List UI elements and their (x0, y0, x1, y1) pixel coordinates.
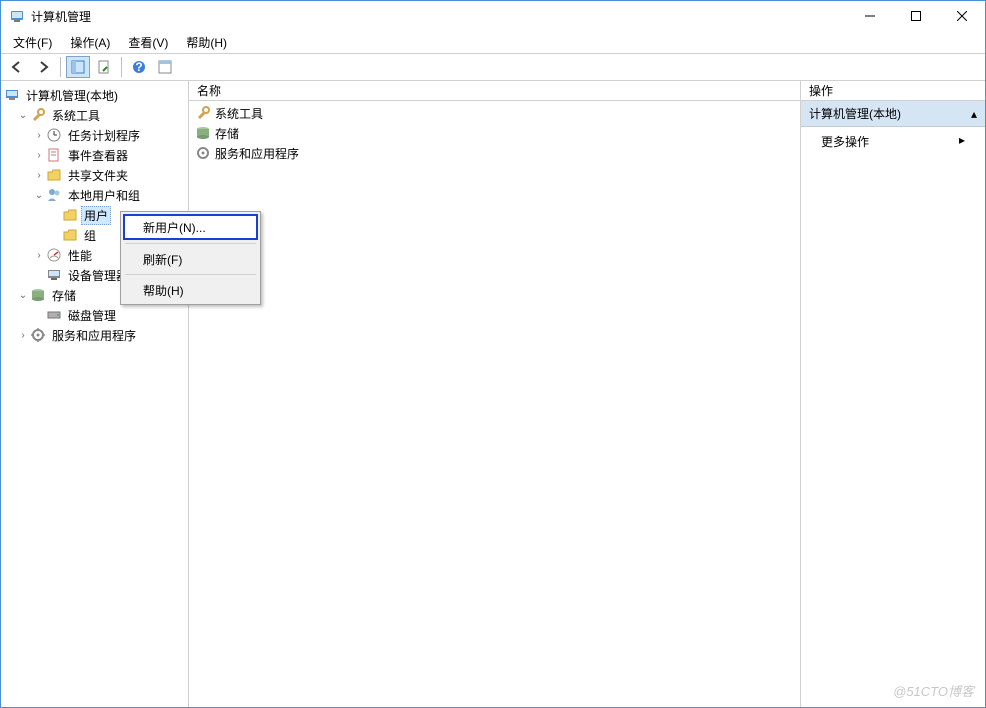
collapse-arrow-icon: ▴ (971, 107, 977, 121)
tree-root[interactable]: 计算机管理(本地) (3, 85, 186, 105)
tree-system-tools[interactable]: ⌄ 系统工具 (3, 105, 186, 125)
context-menu-separator (125, 243, 256, 244)
toolbar: ? (1, 53, 985, 81)
disk-icon (46, 307, 62, 323)
collapse-icon[interactable]: ⌄ (17, 290, 29, 301)
actions-group-title[interactable]: 计算机管理(本地) ▴ (801, 101, 985, 127)
svg-text:?: ? (135, 60, 142, 74)
computer-management-window: 计算机管理 文件(F) 操作(A) 查看(V) 帮助(H) ? 计算机管理(本地… (0, 0, 986, 708)
watermark: @51CTO博客 (893, 681, 974, 700)
shared-folder-icon (46, 167, 62, 183)
properties-button[interactable] (92, 56, 116, 78)
clock-icon (46, 127, 62, 143)
collapse-icon[interactable]: ⌄ (33, 190, 45, 201)
expand-icon[interactable]: › (33, 170, 45, 181)
window-title: 计算机管理 (31, 8, 847, 25)
context-menu-new-user[interactable]: 新用户(N)... (123, 214, 258, 240)
list-item[interactable]: 服务和应用程序 (193, 143, 796, 163)
expand-icon[interactable]: › (17, 330, 29, 341)
services-icon (30, 327, 46, 343)
window-controls (847, 1, 985, 31)
expand-icon[interactable]: › (33, 150, 45, 161)
close-button[interactable] (939, 1, 985, 31)
actions-more[interactable]: 更多操作 ▸ (801, 127, 985, 156)
titlebar: 计算机管理 (1, 1, 985, 31)
context-menu: 新用户(N)... 刷新(F) 帮助(H) (120, 211, 261, 305)
folder-icon (62, 207, 78, 223)
collapse-icon[interactable]: ⌄ (17, 110, 29, 121)
back-button[interactable] (5, 56, 29, 78)
tree-disk-management[interactable]: 磁盘管理 (3, 305, 186, 325)
tools-icon (30, 107, 46, 123)
context-menu-refresh[interactable]: 刷新(F) (123, 247, 258, 271)
middle-pane: 名称 系统工具 存储 服务和应用程序 (189, 81, 801, 707)
chevron-right-icon: ▸ (959, 133, 965, 150)
tree-services-apps[interactable]: › 服务和应用程序 (3, 325, 186, 345)
folder-icon (62, 227, 78, 243)
device-icon (46, 267, 62, 283)
extra-view-button[interactable] (153, 56, 177, 78)
computer-icon (4, 87, 20, 103)
tree-shared-folders[interactable]: › 共享文件夹 (3, 165, 186, 185)
context-menu-help[interactable]: 帮助(H) (123, 278, 258, 302)
list-item[interactable]: 存储 (193, 123, 796, 143)
actions-header: 操作 (801, 81, 985, 101)
column-header-name[interactable]: 名称 (189, 81, 800, 101)
show-hide-tree-button[interactable] (66, 56, 90, 78)
services-icon (195, 145, 211, 161)
context-menu-separator (125, 274, 256, 275)
menu-file[interactable]: 文件(F) (5, 32, 60, 53)
maximize-button[interactable] (893, 1, 939, 31)
menubar: 文件(F) 操作(A) 查看(V) 帮助(H) (1, 31, 985, 53)
users-icon (46, 187, 62, 203)
storage-icon (30, 287, 46, 303)
storage-icon (195, 125, 211, 141)
tree-event-viewer[interactable]: › 事件查看器 (3, 145, 186, 165)
toolbar-separator (60, 57, 61, 77)
actions-pane: 操作 计算机管理(本地) ▴ 更多操作 ▸ (801, 81, 985, 707)
tree-local-users-groups[interactable]: ⌄ 本地用户和组 (3, 185, 186, 205)
app-icon (9, 8, 25, 24)
menu-view[interactable]: 查看(V) (120, 32, 176, 53)
help-button[interactable]: ? (127, 56, 151, 78)
tree-pane[interactable]: 计算机管理(本地) ⌄ 系统工具 › 任务计划程序 › 事件查看器 › 共享文件… (1, 81, 189, 707)
forward-button[interactable] (31, 56, 55, 78)
expand-icon[interactable]: › (33, 130, 45, 141)
tree-task-scheduler[interactable]: › 任务计划程序 (3, 125, 186, 145)
menu-help[interactable]: 帮助(H) (178, 32, 235, 53)
minimize-button[interactable] (847, 1, 893, 31)
performance-icon (46, 247, 62, 263)
expand-icon[interactable]: › (33, 250, 45, 261)
toolbar-separator (121, 57, 122, 77)
content-area: 计算机管理(本地) ⌄ 系统工具 › 任务计划程序 › 事件查看器 › 共享文件… (1, 81, 985, 707)
list-item[interactable]: 系统工具 (193, 103, 796, 123)
tools-icon (195, 105, 211, 121)
event-icon (46, 147, 62, 163)
middle-list[interactable]: 系统工具 存储 服务和应用程序 (189, 101, 800, 707)
menu-action[interactable]: 操作(A) (62, 32, 118, 53)
